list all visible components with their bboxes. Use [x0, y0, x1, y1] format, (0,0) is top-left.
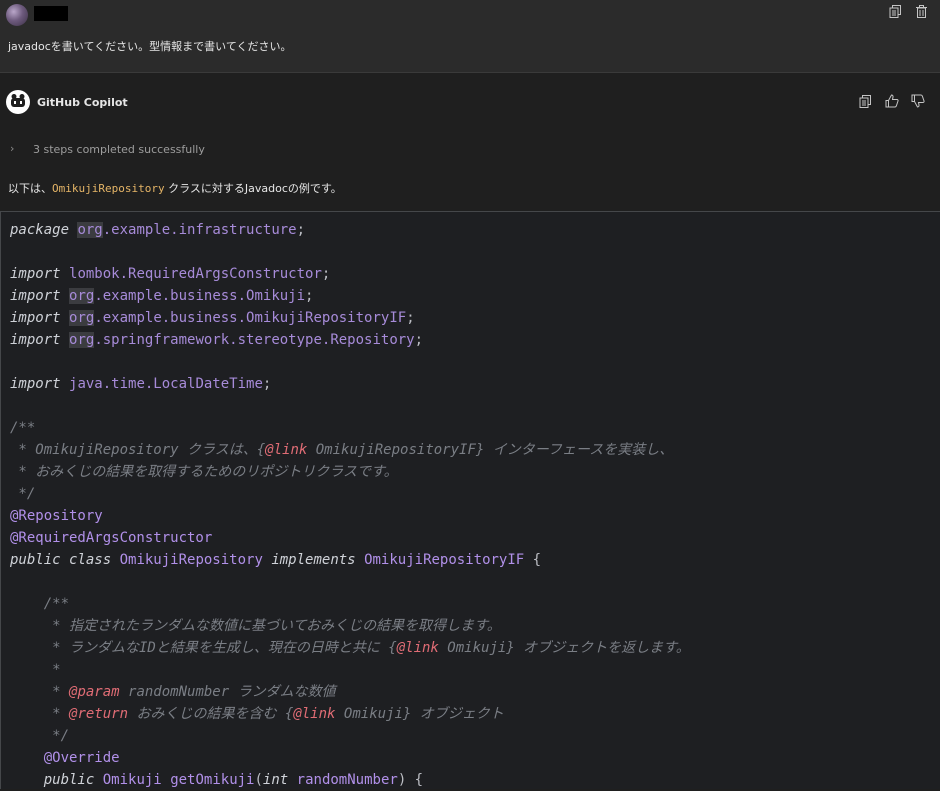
user-avatar — [6, 4, 28, 26]
code-line: * 指定されたランダムな数値に基づいておみくじの結果を取得します。 — [10, 618, 501, 634]
code-line: @Override — [10, 750, 120, 766]
code-line: * @return おみくじの結果を含む {@link Omikuji} オブジ… — [10, 706, 504, 722]
thumbs-up-icon[interactable] — [885, 94, 899, 108]
code-line: * OmikujiRepository クラスは、{@link OmikujiR… — [10, 442, 674, 458]
code-line: public Omikuji getOmikuji(int randomNumb… — [10, 772, 424, 788]
code-lines: package org.example.infrastructure; impo… — [10, 219, 690, 791]
copy-icon[interactable] — [889, 5, 902, 18]
code-line: import org.example.business.OmikujiRepos… — [10, 310, 415, 326]
code-line: /** — [10, 420, 36, 436]
code-line: import lombok.RequiredArgsConstructor; — [10, 266, 331, 282]
code-line: @Repository — [10, 508, 103, 524]
code-block[interactable]: package org.example.infrastructure; impo… — [0, 211, 940, 789]
inline-code-class-name: OmikujiRepository — [52, 182, 165, 195]
assistant-name: GitHub Copilot — [37, 96, 128, 109]
code-line: import java.time.LocalDateTime; — [10, 376, 272, 392]
chevron-right-icon[interactable]: › — [10, 142, 14, 155]
code-line: * ランダムなIDと結果を生成し、現在の日時と共に {@link Omikuji… — [10, 640, 690, 656]
code-line: import org.springframework.stereotype.Re… — [10, 332, 424, 348]
code-line: public class OmikujiRepository implement… — [10, 552, 542, 568]
code-line: /** — [10, 596, 70, 612]
thumbs-down-icon[interactable] — [911, 94, 925, 108]
code-line: */ — [10, 486, 36, 502]
code-line: import org.example.business.Omikuji; — [10, 288, 314, 304]
code-line: */ — [10, 728, 70, 744]
copy-icon[interactable] — [859, 95, 872, 108]
user-name-redacted — [34, 6, 68, 21]
code-line: * おみくじの結果を取得するためのリポジトリクラスです。 — [10, 464, 398, 480]
user-message-block: javadocを書いてください。型情報まで書いてください。 — [0, 0, 940, 73]
code-line: * @param randomNumber ランダムな数値 — [10, 684, 336, 700]
code-line: package org.example.infrastructure; — [10, 222, 306, 238]
trash-icon[interactable] — [915, 5, 928, 18]
user-message-text: javadocを書いてください。型情報まで書いてください。 — [8, 40, 292, 53]
assistant-intro-text: 以下は、OmikujiRepository クラスに対するJavadocの例です… — [8, 182, 342, 195]
code-line: @RequiredArgsConstructor — [10, 530, 213, 546]
steps-status-text[interactable]: 3 steps completed successfully — [33, 143, 205, 156]
code-line: * — [10, 662, 61, 678]
copilot-logo-icon — [6, 90, 30, 114]
